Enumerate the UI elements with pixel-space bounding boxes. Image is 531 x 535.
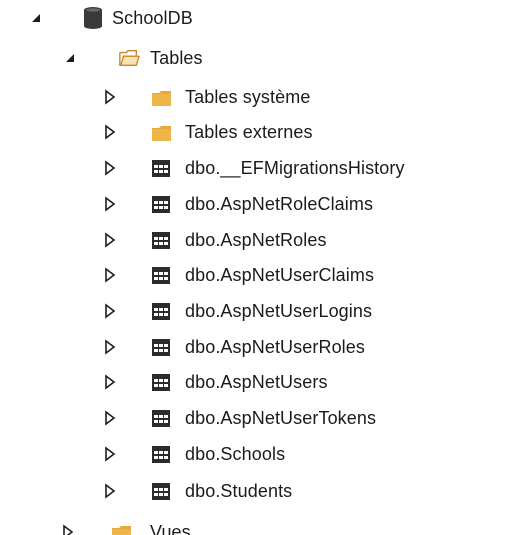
table-icon [150,229,172,251]
tree-node-table[interactable]: dbo.AspNetRoleClaims [0,186,531,222]
collapsed-arrow-icon[interactable] [102,339,118,355]
tree-item-label: dbo.AspNetUserLogins [185,301,373,321]
tree-item-label: Tables externes [185,122,313,142]
table-icon [150,443,172,465]
table-icon [150,193,172,215]
tree-node-table[interactable]: dbo.AspNetUserRoles [0,329,531,365]
collapsed-arrow-icon[interactable] [102,303,118,319]
tables-label: Tables [150,48,203,68]
tree-node-table[interactable]: dbo.AspNetUserLogins [0,293,531,329]
table-icon [150,407,172,429]
tree-node-database[interactable]: SchoolDB [0,0,531,36]
collapsed-arrow-icon[interactable] [102,232,118,248]
tree-node-tables[interactable]: Tables [0,40,531,76]
views-label: Vues [150,522,191,535]
tree-node-table[interactable]: dbo.__EFMigrationsHistory [0,150,531,186]
collapsed-arrow-icon[interactable] [102,267,118,283]
tree-item-label: dbo.AspNetRoleClaims [185,194,374,214]
collapsed-arrow-icon[interactable] [102,196,118,212]
tree-node-table[interactable]: dbo.Schools [0,436,531,472]
collapsed-arrow-icon[interactable] [102,374,118,390]
tree-node-table[interactable]: dbo.AspNetUserTokens [0,400,531,436]
collapsed-arrow-icon[interactable] [102,483,118,499]
tree-item-label: dbo.AspNetUsers [185,372,328,392]
folder-icon [110,521,132,535]
folder-icon [150,86,172,108]
expanded-arrow-icon[interactable] [62,50,78,66]
object-explorer-tree: SchoolDB Tables Tables système Tables ex… [0,0,531,535]
collapsed-arrow-icon[interactable] [102,410,118,426]
table-icon [150,264,172,286]
tree-item-label: dbo.AspNetUserTokens [185,408,377,428]
table-icon [150,371,172,393]
database-label: SchoolDB [112,8,193,28]
tree-item-label: dbo.AspNetUserClaims [185,265,375,285]
tree-item-label: dbo.__EFMigrationsHistory [185,158,405,178]
folder-open-icon [118,47,140,69]
tree-item-label: Tables système [185,87,311,107]
folder-icon [150,121,172,143]
table-icon [150,300,172,322]
collapsed-arrow-icon[interactable] [102,160,118,176]
tree-node-table[interactable]: dbo.AspNetUsers [0,364,531,400]
table-icon [150,157,172,179]
tree-item-label: dbo.Students [185,481,293,501]
tree-node-table[interactable]: dbo.Students [0,473,531,509]
tree-node-views[interactable]: Vues [0,514,531,535]
collapsed-arrow-icon[interactable] [60,524,76,535]
table-icon [150,480,172,502]
tree-node-table[interactable]: dbo.AspNetRoles [0,222,531,258]
tree-item-label: dbo.AspNetUserRoles [185,337,365,357]
tree-node-external-tables[interactable]: Tables externes [0,114,531,150]
collapsed-arrow-icon[interactable] [102,124,118,140]
collapsed-arrow-icon[interactable] [102,89,118,105]
tree-node-table[interactable]: dbo.AspNetUserClaims [0,257,531,293]
table-icon [150,336,172,358]
collapsed-arrow-icon[interactable] [102,446,118,462]
expanded-arrow-icon[interactable] [28,10,44,26]
tree-item-label: dbo.AspNetRoles [185,230,327,250]
tree-item-label: dbo.Schools [185,444,286,464]
database-icon [82,7,104,29]
tree-node-system-tables[interactable]: Tables système [0,79,531,115]
